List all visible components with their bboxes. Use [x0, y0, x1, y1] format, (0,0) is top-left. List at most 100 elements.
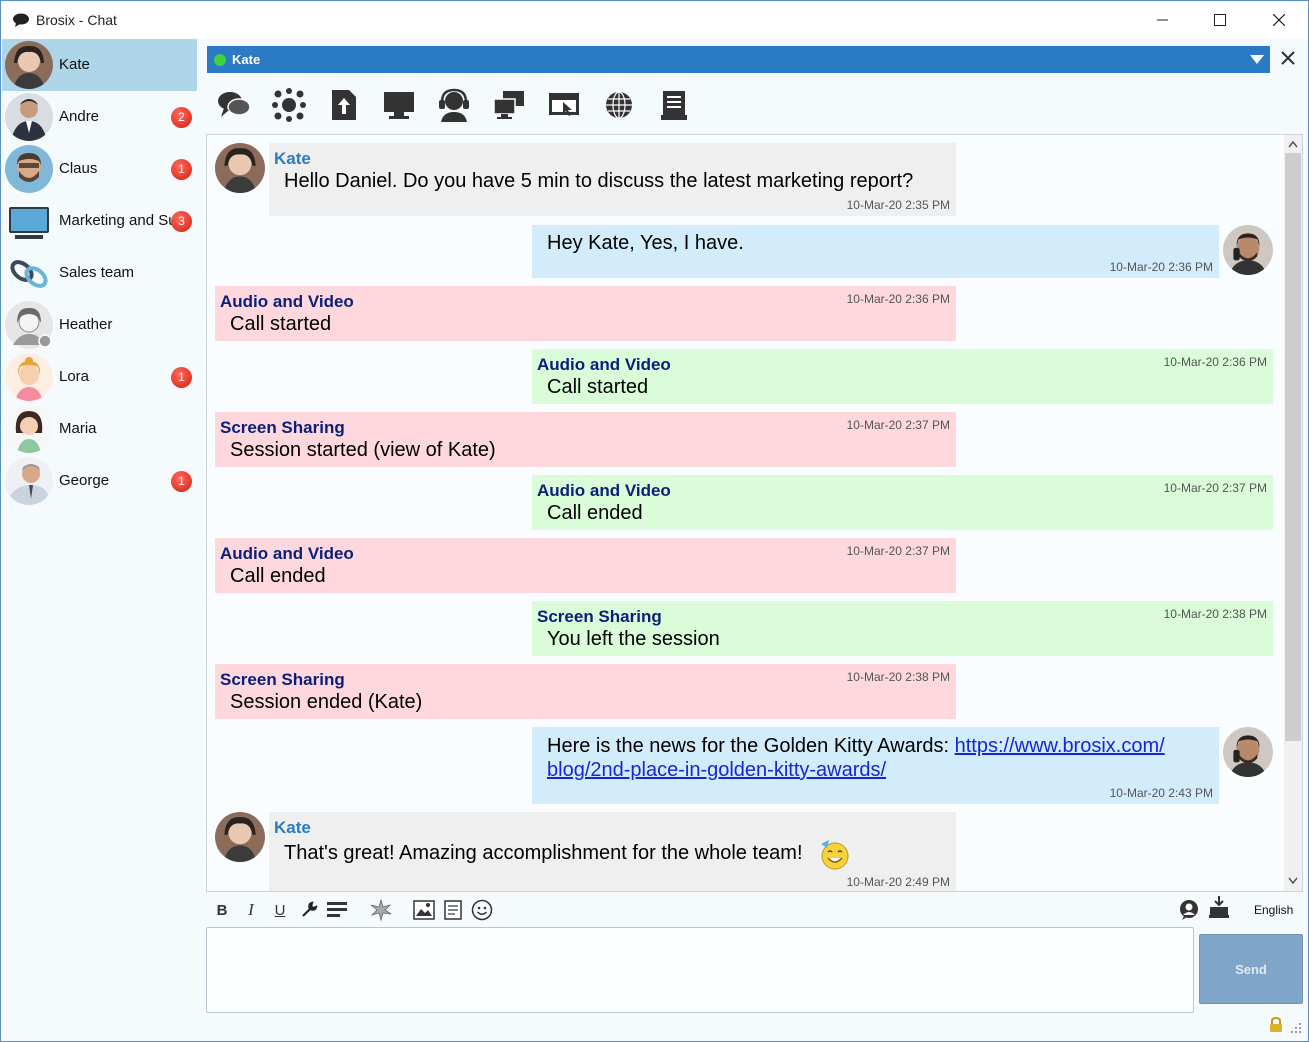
system-message-audio-video: Audio and Video Call ended 10-Mar-20 2:3…	[215, 538, 956, 593]
headset-icon[interactable]	[435, 86, 473, 124]
file-attach-icon[interactable]	[442, 899, 464, 921]
contact-name: Sales team	[59, 264, 135, 281]
wrench-icon[interactable]	[298, 899, 320, 921]
system-message-title: Screen Sharing	[537, 607, 662, 626]
message-text: You left the session	[547, 628, 720, 650]
avatar	[5, 93, 53, 141]
message-input[interactable]	[206, 927, 1194, 1013]
online-status-icon	[214, 54, 226, 66]
screen-sharing-icon[interactable]	[490, 86, 528, 124]
message-link-continued[interactable]: blog/2nd-place-in-golden-kitty-awards/	[547, 759, 886, 781]
contact-claus[interactable]: Claus 1	[2, 143, 197, 195]
unread-badge: 2	[171, 107, 192, 128]
chat-bubble-icon	[13, 13, 29, 27]
message-time: 10-Mar-20 2:49 PM	[846, 875, 950, 889]
unread-badge: 1	[171, 367, 192, 388]
contact-kate[interactable]: Kate	[2, 39, 197, 91]
message-text: Call ended	[547, 502, 643, 524]
system-message-audio-video: Audio and Video Call started 10-Mar-20 2…	[532, 349, 1273, 404]
scrollbar-thumb[interactable]	[1285, 153, 1301, 741]
avatar	[5, 457, 53, 505]
contact-maria[interactable]: Maria	[2, 403, 197, 455]
contact-name: Marketing and Su	[59, 212, 177, 229]
chat-bubbles-icon[interactable]	[215, 86, 253, 124]
chat-window: Brosix - Chat Kate Andre 2 Claus 1 Marke…	[0, 0, 1309, 1042]
close-chat-icon[interactable]	[1279, 49, 1297, 67]
contact-heather[interactable]: Heather	[2, 299, 197, 351]
scrollbar[interactable]	[1284, 135, 1302, 891]
user-info-icon[interactable]	[1177, 899, 1201, 921]
contact-name: Claus	[59, 160, 98, 177]
scroll-up-icon[interactable]	[1288, 140, 1298, 148]
message-time: 10-Mar-20 2:37 PM	[846, 544, 950, 558]
chevron-down-icon[interactable]	[1250, 55, 1264, 64]
chat-header-bar[interactable]: Kate	[207, 46, 1270, 73]
message-text: Hey Kate, Yes, I have.	[547, 232, 744, 254]
system-message-screen-sharing: Screen Sharing Session ended (Kate) 10-M…	[215, 664, 956, 719]
contact-andre[interactable]: Andre 2	[2, 91, 197, 143]
globe-icon[interactable]	[600, 86, 638, 124]
image-icon[interactable]	[412, 899, 436, 921]
effects-icon[interactable]	[369, 899, 393, 921]
contact-name: Heather	[59, 316, 113, 333]
language-selector[interactable]: English	[1254, 903, 1293, 917]
minimize-icon	[1157, 19, 1168, 21]
monitor-icon	[5, 197, 53, 245]
contact-sales-team[interactable]: Sales team	[2, 247, 197, 299]
system-message-audio-video: Audio and Video Call ended 10-Mar-20 2:3…	[532, 475, 1273, 530]
system-message-screen-sharing: Screen Sharing Session started (view of …	[215, 412, 956, 467]
system-message-title: Audio and Video	[220, 544, 354, 563]
unread-badge: 1	[171, 159, 192, 180]
system-message-title: Audio and Video	[537, 355, 671, 374]
message-time: 10-Mar-20 2:36 PM	[846, 292, 950, 306]
scroll-down-icon[interactable]	[1288, 877, 1298, 885]
underline-button[interactable]: U	[272, 899, 288, 921]
incoming-message: Kate That's great! Amazing accomplishmen…	[269, 812, 956, 891]
contact-name: Lora	[59, 368, 90, 385]
contact-list: Kate Andre 2 Claus 1 Marketing and Su 3	[2, 39, 198, 1041]
italic-button[interactable]: I	[243, 899, 259, 921]
avatar	[5, 145, 53, 193]
document-icon[interactable]	[655, 86, 693, 124]
contact-lora[interactable]: Lora 1	[2, 351, 197, 403]
network-icon[interactable]	[270, 86, 308, 124]
message-time: 10-Mar-20 2:38 PM	[1163, 607, 1267, 621]
lock-icon	[1270, 1017, 1282, 1032]
unread-badge: 3	[171, 211, 192, 232]
message-text: Call started	[230, 313, 332, 335]
unread-badge: 1	[171, 471, 192, 492]
close-window-button[interactable]	[1256, 1, 1302, 39]
avatar	[5, 405, 53, 453]
monitor-icon[interactable]	[380, 86, 418, 124]
contact-name: Andre	[59, 108, 100, 125]
system-message-title: Screen Sharing	[220, 418, 345, 437]
remote-control-icon[interactable]	[545, 86, 583, 124]
emoji-icon[interactable]	[470, 899, 494, 921]
system-message-title: Audio and Video	[220, 292, 354, 311]
outgoing-message: Here is the news for the Golden Kitty Aw…	[532, 727, 1219, 804]
outgoing-message: Hey Kate, Yes, I have. 10-Mar-20 2:36 PM	[532, 225, 1219, 278]
party-emoji-icon	[821, 840, 849, 870]
bold-button[interactable]: B	[214, 899, 230, 921]
avatar	[215, 812, 265, 862]
message-text: Session ended (Kate)	[230, 691, 423, 713]
message-text: Hello Daniel. Do you have 5 min to discu…	[284, 170, 914, 192]
avatar	[1223, 727, 1273, 777]
message-time: 10-Mar-20 2:37 PM	[1163, 481, 1267, 495]
close-icon	[1273, 14, 1285, 26]
maximize-icon	[1214, 14, 1226, 26]
contact-marketing-group[interactable]: Marketing and Su 3	[2, 195, 197, 247]
text-format-icon[interactable]	[325, 899, 349, 921]
file-upload-icon[interactable]	[325, 86, 363, 124]
contact-george[interactable]: George 1	[2, 455, 197, 507]
send-button[interactable]: Send	[1199, 934, 1303, 1004]
maximize-button[interactable]	[1197, 1, 1243, 39]
message-time: 10-Mar-20 2:35 PM	[846, 198, 950, 212]
message-link[interactable]: https://www.brosix.com/	[955, 735, 1165, 757]
minimize-button[interactable]	[1140, 1, 1186, 39]
message-time: 10-Mar-20 2:36 PM	[1163, 355, 1267, 369]
resize-grip-icon[interactable]	[1291, 1023, 1301, 1033]
send-file-icon[interactable]	[1207, 894, 1231, 920]
title-bar: Brosix - Chat	[1, 1, 1308, 39]
message-history: Kate Hello Daniel. Do you have 5 min to …	[206, 134, 1303, 892]
